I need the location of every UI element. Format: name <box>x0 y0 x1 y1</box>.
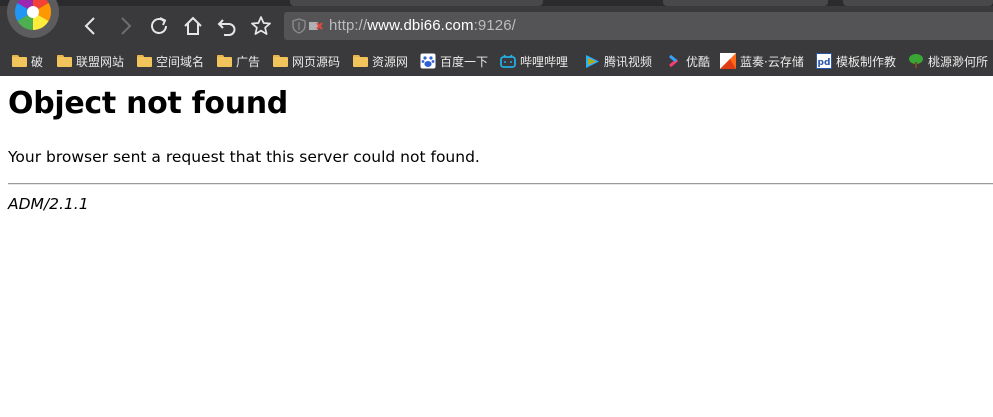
bookmark-label: 百度一下 <box>440 54 489 69</box>
bookmark-folder-ziyuan[interactable]: 资源网 <box>353 52 408 70</box>
pd-template-icon: pd <box>816 53 832 69</box>
folder-icon <box>273 55 288 67</box>
address-bar[interactable]: http://www.dbi66.com:9126/ <box>284 12 993 40</box>
bookmark-label: 模板制作教 <box>836 54 897 69</box>
bookmark-baidu[interactable]: 百度一下 <box>420 52 488 70</box>
bookmark-tencent-video[interactable]: 腾讯视频 <box>584 52 652 70</box>
browser-chrome: http://www.dbi66.com:9126/ 破 联盟网站 空间域名 广… <box>0 0 993 76</box>
youku-icon <box>669 54 679 68</box>
undo-icon <box>217 19 236 36</box>
bookmark-folder-guanggao[interactable]: 广告 <box>217 52 260 70</box>
star-icon <box>251 16 271 35</box>
forward-button[interactable] <box>112 13 138 39</box>
folder-icon <box>353 55 368 67</box>
bookmark-folder-po[interactable]: 破 <box>12 52 43 70</box>
bookmark-folder-lianmeng[interactable]: 联盟网站 <box>57 52 124 70</box>
bookmark-label: 哔哩哔哩 <box>520 54 569 69</box>
divider <box>8 183 993 185</box>
folder-icon <box>12 55 27 67</box>
tab-3[interactable] <box>843 0 993 6</box>
bookmark-label: 蓝奏·云存储 <box>740 54 804 69</box>
insecure-connection-icon[interactable] <box>309 20 323 32</box>
tab-2[interactable] <box>663 0 828 6</box>
url-host: www.dbi66.com <box>367 17 474 34</box>
folder-icon <box>57 55 72 67</box>
back-button[interactable] <box>78 13 104 39</box>
bookmark-star-button[interactable] <box>248 13 274 39</box>
bookmark-label: 优酷 <box>686 54 711 69</box>
bookmark-folder-wangye[interactable]: 网页源码 <box>273 52 340 70</box>
reload-icon <box>151 17 167 34</box>
home-icon <box>184 16 202 35</box>
bookmark-label: 广告 <box>236 54 261 69</box>
bookmark-template-tutorial[interactable]: pd 模板制作教 <box>816 52 896 70</box>
undo-close-tab-button[interactable] <box>214 13 240 39</box>
bookmark-label: 资源网 <box>372 54 409 69</box>
baidu-paw-icon <box>420 53 436 69</box>
reload-button[interactable] <box>146 13 172 39</box>
tab-strip <box>0 0 993 6</box>
shield-icon[interactable] <box>292 18 306 34</box>
server-signature: ADM/2.1.1 <box>8 195 89 213</box>
url-text[interactable]: http://www.dbi66.com:9126/ <box>329 17 516 34</box>
page-title: Object not found <box>8 86 288 121</box>
bookmark-taoyuan[interactable]: 桃源渺何所 <box>908 52 988 70</box>
bookmark-youku[interactable]: 优酷 <box>666 52 710 70</box>
error-message: Your browser sent a request that this se… <box>8 148 480 166</box>
lanzou-cloud-icon <box>720 53 736 69</box>
folder-icon <box>217 55 232 67</box>
tab-active[interactable] <box>290 0 543 6</box>
bookmark-lanzou[interactable]: 蓝奏·云存储 <box>720 52 804 70</box>
bookmark-label: 破 <box>31 54 44 69</box>
url-port-path: :9126/ <box>473 17 516 34</box>
url-scheme: http:// <box>329 17 368 34</box>
bookmark-label: 桃源渺何所 <box>928 54 989 69</box>
bookmark-label: 联盟网站 <box>76 54 125 69</box>
home-button[interactable] <box>180 13 206 39</box>
bookmark-label: 腾讯视频 <box>604 54 653 69</box>
page-content: Object not found Your browser sent a req… <box>0 76 993 417</box>
chevron-left-icon <box>84 17 95 35</box>
bookmarks-bar: 破 联盟网站 空间域名 广告 网页源码 资源网 百度一下 哔哩哔哩 腾讯视频 优… <box>0 48 993 74</box>
bookmark-label: 网页源码 <box>292 54 341 69</box>
chevron-right-icon <box>121 17 132 35</box>
bilibili-tv-icon <box>500 54 516 68</box>
bookmark-folder-kongjian[interactable]: 空间域名 <box>137 52 204 70</box>
folder-icon <box>137 55 152 67</box>
bookmark-bilibili[interactable]: 哔哩哔哩 <box>500 52 568 70</box>
svg-text:pd: pd <box>818 58 831 68</box>
tencent-video-play-icon <box>586 55 599 68</box>
bookmark-label: 空间域名 <box>156 54 205 69</box>
tree-icon <box>909 54 923 68</box>
browser-logo-icon[interactable] <box>7 0 59 38</box>
